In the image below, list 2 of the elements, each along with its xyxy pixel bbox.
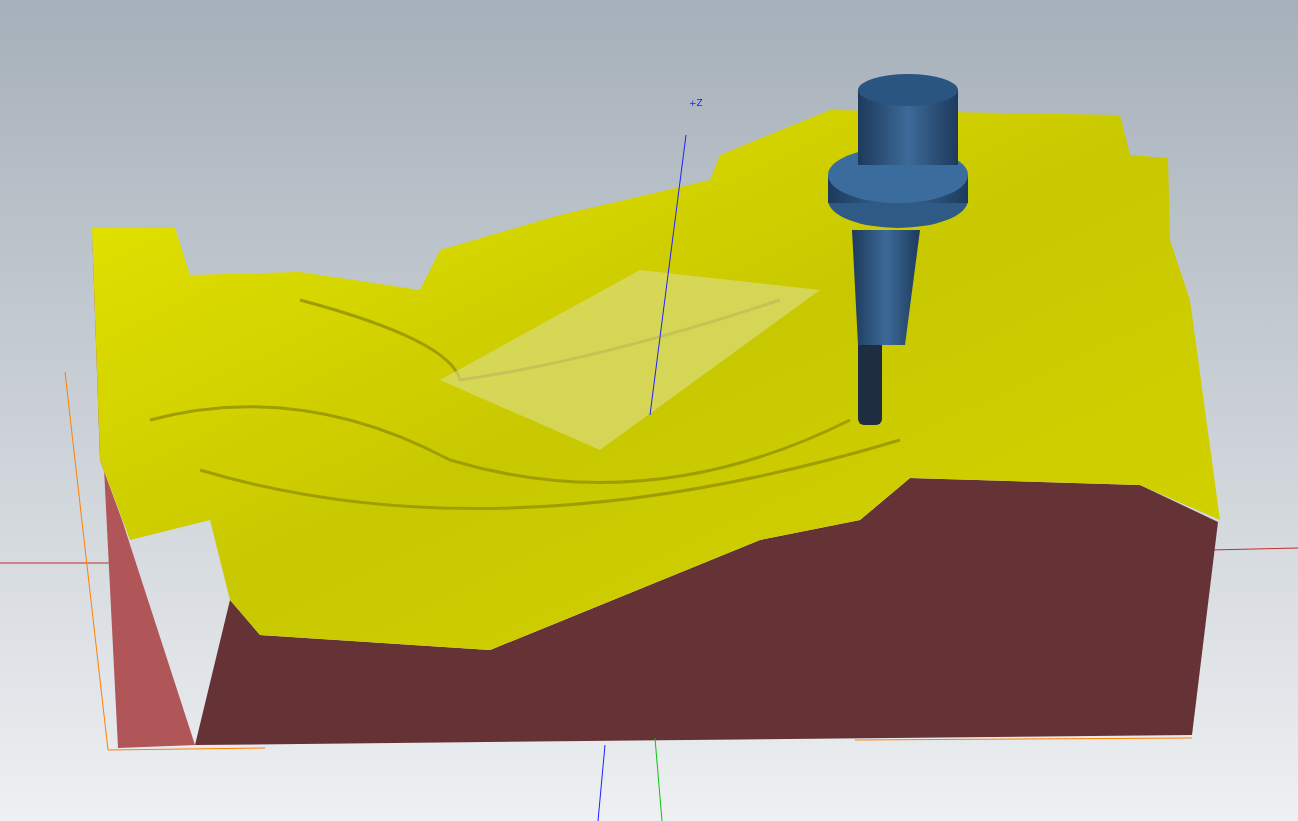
axis-label: +Z — [689, 98, 703, 108]
3d-viewport[interactable]: +Z — [0, 0, 1298, 821]
